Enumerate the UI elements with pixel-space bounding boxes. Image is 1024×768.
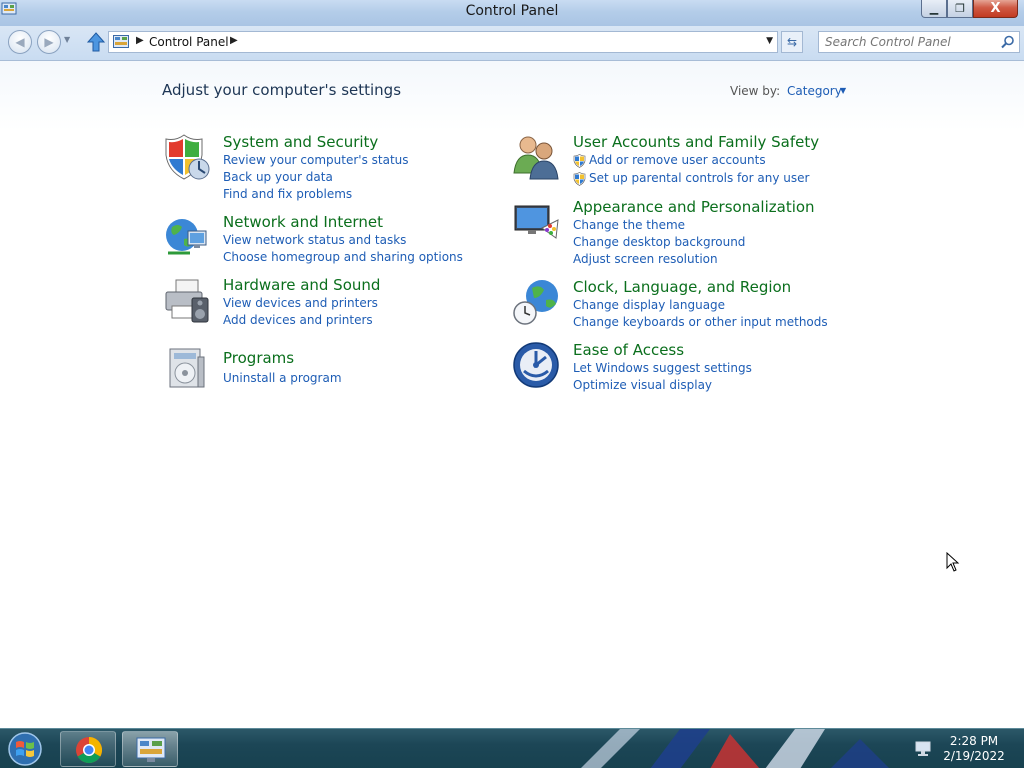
page-title: Adjust your computer's settings [162, 81, 402, 99]
find-fix-problems-link[interactable]: Find and fix problems [223, 187, 352, 201]
adjust-resolution-link[interactable]: Adjust screen resolution [573, 252, 718, 266]
view-network-status-link[interactable]: View network status and tasks [223, 233, 406, 247]
back-arrow-icon: ◀ [15, 35, 25, 49]
system-clock[interactable]: 2:28 PM 2/19/2022 [942, 734, 1006, 764]
forward-arrow-icon: ▶ [44, 35, 54, 49]
start-button[interactable] [4, 731, 46, 767]
category-ease-of-access: Ease of Access Let Windows suggest setti… [512, 341, 852, 397]
control-panel-content: Adjust your computer's settings View by:… [0, 61, 1024, 728]
breadcrumb-chevron-icon[interactable]: ▶ [230, 35, 238, 46]
printer-speaker-icon[interactable] [162, 276, 210, 324]
change-background-link[interactable]: Change desktop background [573, 235, 745, 249]
ease-of-access-link[interactable]: Ease of Access [573, 341, 684, 359]
category-system-and-security: System and Security Review your computer… [162, 133, 482, 203]
clock-language-region-link[interactable]: Clock, Language, and Region [573, 278, 791, 296]
network-and-internet-link[interactable]: Network and Internet [223, 213, 383, 231]
close-button[interactable]: X [973, 0, 1018, 18]
address-field[interactable]: ▶ Control Panel ▶ ▼ [108, 31, 778, 53]
minimize-button[interactable]: ▁ [921, 0, 947, 18]
taskbar: 2:28 PM 2/19/2022 [0, 728, 1024, 768]
title-bar[interactable]: Control Panel ▁ ❐ X [0, 0, 1024, 26]
system-and-security-link[interactable]: System and Security [223, 133, 378, 151]
mouse-cursor-icon [946, 552, 960, 572]
uac-shield-icon [573, 154, 586, 168]
homegroup-sharing-link[interactable]: Choose homegroup and sharing options [223, 250, 463, 264]
category-appearance: Appearance and Personalization Change th… [512, 198, 852, 268]
uac-shield-icon [573, 172, 586, 186]
view-by-label: View by: [730, 84, 781, 98]
search-box[interactable] [818, 31, 1020, 53]
programs-link[interactable]: Programs [223, 349, 294, 367]
monitor-palette-icon[interactable] [512, 198, 560, 246]
taskbar-chrome-button[interactable] [60, 731, 116, 767]
control-panel-icon [136, 737, 166, 762]
category-hardware-and-sound: Hardware and Sound View devices and prin… [162, 276, 482, 332]
user-accounts-link[interactable]: User Accounts and Family Safety [573, 133, 819, 151]
globe-network-icon[interactable] [162, 213, 210, 261]
back-up-data-link[interactable]: Back up your data [223, 170, 333, 184]
refresh-button[interactable]: ⇆ [781, 31, 803, 53]
restore-icon: ❐ [955, 2, 965, 15]
view-by-dropdown[interactable]: Category [787, 84, 842, 98]
programs-box-icon[interactable] [162, 343, 210, 391]
change-theme-link[interactable]: Change the theme [573, 218, 685, 232]
address-dropdown-icon[interactable]: ▼ [766, 36, 773, 46]
restore-button[interactable]: ❐ [947, 0, 973, 18]
category-clock-language-region: Clock, Language, and Region Change displ… [512, 278, 852, 334]
appearance-link[interactable]: Appearance and Personalization [573, 198, 815, 216]
control-panel-icon [113, 35, 129, 48]
back-button[interactable]: ◀ [8, 30, 32, 54]
change-keyboards-link[interactable]: Change keyboards or other input methods [573, 315, 828, 329]
recent-pages-dropdown[interactable]: ▼ [64, 35, 70, 44]
change-display-language-link[interactable]: Change display language [573, 298, 725, 312]
users-icon[interactable] [512, 133, 560, 181]
shield-icon[interactable] [162, 133, 210, 181]
up-arrow-icon[interactable] [87, 32, 105, 52]
breadcrumb-chevron-icon[interactable]: ▶ [136, 35, 144, 46]
search-input[interactable] [825, 35, 995, 49]
refresh-icon: ⇆ [786, 35, 798, 49]
view-devices-printers-link[interactable]: View devices and printers [223, 296, 378, 310]
ease-of-access-icon[interactable] [512, 341, 560, 389]
minimize-icon: ▁ [929, 2, 939, 15]
category-user-accounts: User Accounts and Family Safety Add or r… [512, 133, 852, 189]
clock-date: 2/19/2022 [943, 749, 1005, 763]
taskbar-control-panel-button[interactable] [122, 731, 178, 767]
window-title: Control Panel [465, 3, 559, 19]
breadcrumb-control-panel[interactable]: Control Panel [149, 35, 229, 49]
optimize-visual-display-link[interactable]: Optimize visual display [573, 378, 712, 392]
category-network-and-internet: Network and Internet View network status… [162, 213, 482, 269]
chrome-icon [76, 736, 103, 764]
forward-button[interactable]: ▶ [37, 30, 61, 54]
uninstall-program-link[interactable]: Uninstall a program [223, 371, 342, 385]
windows-suggest-settings-link[interactable]: Let Windows suggest settings [573, 361, 752, 375]
search-icon[interactable] [1001, 35, 1015, 49]
network-tray-icon[interactable] [914, 741, 932, 757]
add-devices-printers-link[interactable]: Add devices and printers [223, 313, 373, 327]
category-programs: Programs Uninstall a program [162, 343, 482, 395]
parental-controls-link[interactable]: Set up parental controls for any user [589, 171, 809, 185]
clock-time: 2:28 PM [949, 734, 999, 748]
add-remove-accounts-link[interactable]: Add or remove user accounts [589, 153, 766, 167]
clock-globe-icon[interactable] [512, 278, 560, 326]
view-by-chevron-icon[interactable]: ▼ [840, 86, 846, 95]
hardware-and-sound-link[interactable]: Hardware and Sound [223, 276, 380, 294]
close-icon: X [990, 1, 1001, 16]
wallpaper-decoration [581, 729, 889, 768]
navigation-bar: ◀ ▶ ▼ ▶ Control Panel ▶ ▼ ⇆ [0, 26, 1024, 61]
review-status-link[interactable]: Review your computer's status [223, 153, 409, 167]
